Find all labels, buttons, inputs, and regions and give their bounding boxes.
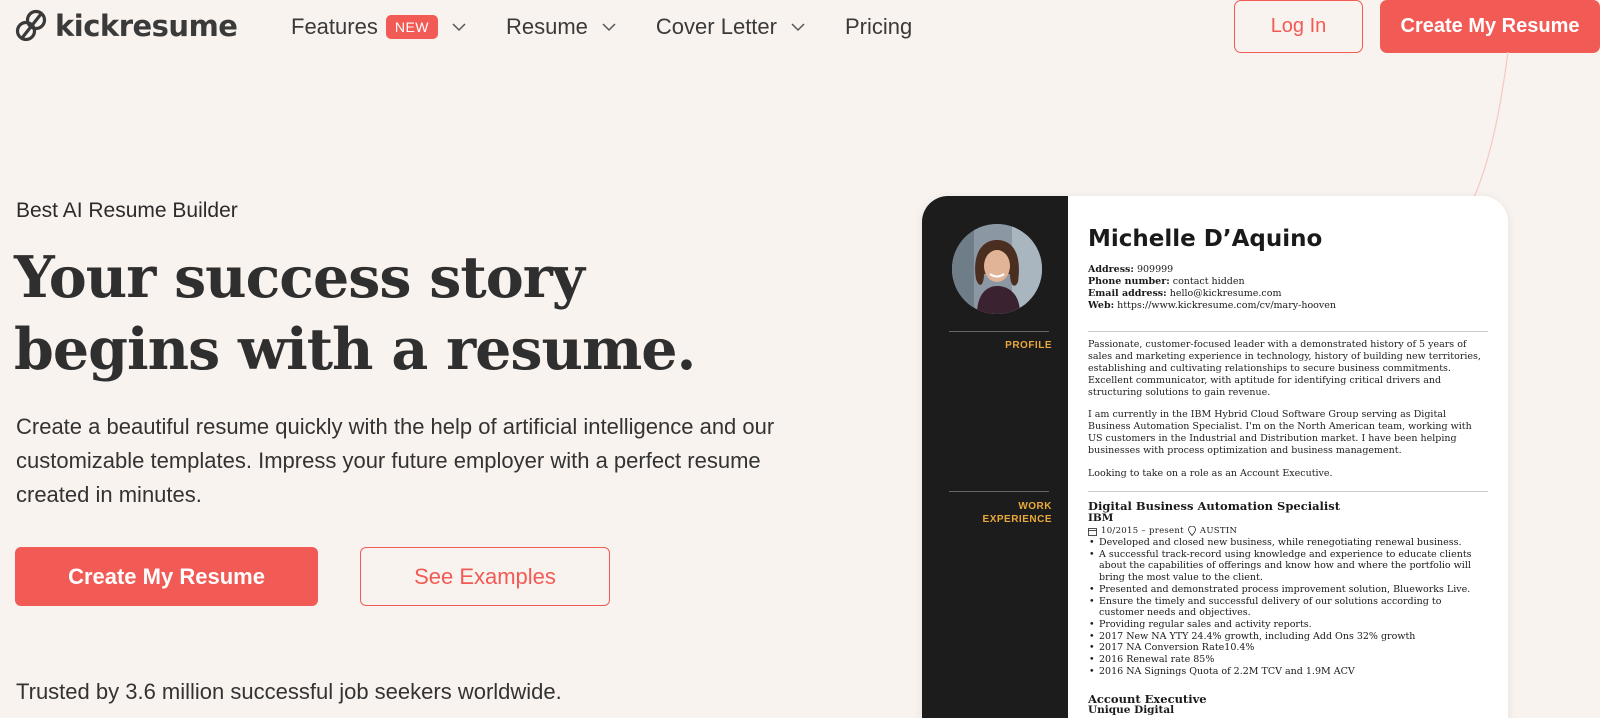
nav-features[interactable]: Features NEW bbox=[291, 12, 466, 42]
chevron-down-icon bbox=[452, 22, 466, 31]
resume-name: Michelle D’Aquino bbox=[1088, 226, 1323, 252]
job-meta: 10/2015 – present AUSTIN bbox=[1088, 526, 1237, 536]
list-item: Developed and closed new business, while… bbox=[1088, 537, 1486, 549]
logo[interactable]: kickresume bbox=[14, 8, 238, 44]
resume-sidebar: PROFILE WORK EXPERIENCE bbox=[922, 196, 1068, 718]
contact-web: Web: https://www.kickresume.com/cv/mary-… bbox=[1088, 300, 1336, 312]
contact-label: Address: bbox=[1088, 264, 1134, 275]
contact-label: Phone number: bbox=[1088, 276, 1170, 287]
list-item: 2017 NA Conversion Rate10.4% bbox=[1088, 642, 1486, 654]
job-company: Unique Digital bbox=[1088, 704, 1175, 716]
avatar bbox=[952, 224, 1042, 314]
new-badge: NEW bbox=[385, 15, 438, 39]
see-examples-button[interactable]: See Examples bbox=[360, 547, 610, 606]
contact-value: hello@kickresume.com bbox=[1169, 288, 1282, 299]
portrait-image bbox=[952, 224, 1042, 314]
section-label-profile: PROFILE bbox=[1005, 340, 1052, 351]
list-item: Ensure the timely and successful deliver… bbox=[1088, 596, 1486, 619]
contact-address: Address: 909999 bbox=[1088, 264, 1336, 276]
list-item: A successful track-record using knowledg… bbox=[1088, 549, 1486, 584]
hero-eyebrow: Best AI Resume Builder bbox=[16, 199, 238, 222]
nav-resume[interactable]: Resume bbox=[506, 12, 616, 42]
contact-value: https://www.kickresume.com/cv/mary-hoove… bbox=[1117, 300, 1336, 311]
contact-label: Email address: bbox=[1088, 288, 1167, 299]
nav-resume-label: Resume bbox=[506, 14, 588, 39]
calendar-icon bbox=[1088, 527, 1097, 536]
nav-cover-letter[interactable]: Cover Letter bbox=[656, 12, 805, 42]
chevron-down-icon bbox=[602, 22, 616, 31]
nav-cover-letter-label: Cover Letter bbox=[655, 14, 777, 39]
job-location: AUSTIN bbox=[1199, 526, 1238, 536]
profile-paragraph-1: Passionate, customer-focused leader with… bbox=[1088, 339, 1481, 398]
resume-preview: PROFILE WORK EXPERIENCE Michelle D’Aquin… bbox=[922, 196, 1508, 718]
hero-subtext: Create a beautiful resume quickly with t… bbox=[16, 414, 775, 507]
list-item: 2016 NA Signings Quota of 2.2M TCV and 1… bbox=[1088, 666, 1486, 678]
job-dates: 10/2015 – present bbox=[1101, 526, 1184, 536]
headline-line-1: Your success story bbox=[14, 244, 585, 311]
contact-block: Address: 909999 Phone number: contact hi… bbox=[1088, 264, 1336, 312]
decorative-curve bbox=[1471, 52, 1509, 202]
job-bullets: Developed and closed new business, while… bbox=[1088, 537, 1486, 677]
section-divider bbox=[1088, 331, 1488, 332]
list-item: 2017 New NA YTY 24.4% growth, including … bbox=[1088, 631, 1486, 643]
hero-headline: Your success story begins with a resume. bbox=[14, 242, 774, 386]
list-item: Providing regular sales and activity rep… bbox=[1088, 619, 1486, 631]
logo-text: kickresume bbox=[55, 9, 238, 43]
list-item: 2016 Renewal rate 85% bbox=[1088, 654, 1486, 666]
location-pin-icon bbox=[1187, 526, 1196, 536]
create-resume-button[interactable]: Create My Resume bbox=[15, 547, 318, 606]
contact-label: Web: bbox=[1088, 300, 1115, 311]
section-divider bbox=[1088, 491, 1488, 492]
section-label-work-line1: WORK bbox=[1018, 501, 1052, 512]
login-button[interactable]: Log In bbox=[1234, 0, 1363, 53]
profile-paragraph-3: Looking to take on a role as an Account … bbox=[1088, 468, 1333, 479]
contact-phone: Phone number: contact hidden bbox=[1088, 276, 1336, 288]
headline-line-2: begins with a resume. bbox=[14, 316, 696, 383]
nav-pricing[interactable]: Pricing bbox=[845, 12, 912, 42]
chevron-down-icon bbox=[791, 22, 805, 31]
sidebar-divider bbox=[949, 491, 1049, 492]
main-nav: Features NEW Resume Cover Letter Pricing bbox=[291, 12, 912, 42]
section-label-work: WORK EXPERIENCE bbox=[983, 500, 1052, 526]
section-label-work-line2: EXPERIENCE bbox=[982, 514, 1052, 525]
list-item: Presented and demonstrated process impro… bbox=[1088, 584, 1486, 596]
kickresume-logo-icon bbox=[15, 9, 47, 42]
sidebar-divider bbox=[949, 331, 1049, 332]
nav-pricing-label: Pricing bbox=[844, 14, 913, 39]
contact-email: Email address: hello@kickresume.com bbox=[1088, 288, 1336, 300]
trusted-text: Trusted by 3.6 million successful job se… bbox=[16, 679, 562, 704]
job-title: Digital Business Automation Specialist bbox=[1088, 499, 1341, 513]
contact-value: 909999 bbox=[1136, 264, 1174, 275]
contact-value: contact hidden bbox=[1172, 276, 1245, 287]
nav-features-label: Features bbox=[291, 14, 378, 39]
profile-paragraph-2: I am currently in the IBM Hybrid Cloud S… bbox=[1088, 409, 1472, 456]
job-company: IBM bbox=[1088, 512, 1114, 524]
create-resume-header-button[interactable]: Create My Resume bbox=[1380, 0, 1600, 53]
